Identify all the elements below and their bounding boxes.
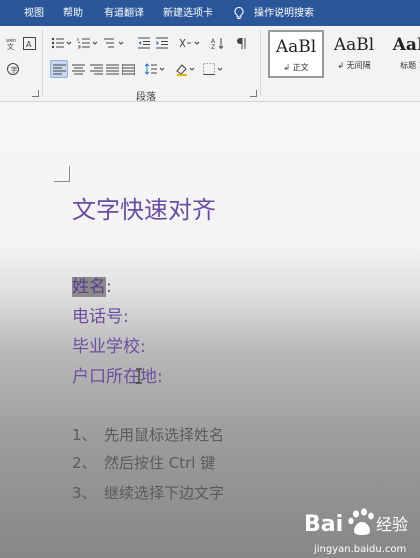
align-left-button[interactable] [50, 60, 68, 78]
page-margin-corner-mark [54, 166, 70, 182]
align-center-button[interactable] [70, 60, 86, 78]
document-title[interactable]: 文字快速对齐 [72, 190, 216, 225]
paw-icon [348, 508, 374, 535]
style-name: ↲ 正文 [283, 63, 309, 72]
field-label: 电话号 [72, 307, 123, 327]
field-colon: : [123, 307, 129, 327]
field-colon: : [140, 337, 146, 357]
field-colon: : [157, 367, 163, 387]
step-item: 3、 继续选择下边文字 [0, 482, 420, 502]
decrease-indent-icon[interactable] [136, 34, 152, 52]
field-hukou[interactable]: 户口所在地: [72, 362, 163, 387]
field-label: 户口所在地 [72, 367, 157, 387]
text-cursor-icon [136, 368, 142, 384]
field-name[interactable]: 姓名: [72, 272, 112, 297]
styles-gallery: AaBl ↲ 正文 AaBl ↲ 无间隔 AaB 标题 1 [264, 30, 420, 78]
field-phone[interactable]: 电话号: [72, 302, 129, 327]
step-text: 继续选择下边文字 [104, 484, 225, 502]
svg-text:Z: Z [211, 44, 215, 50]
style-preview: AaB [392, 35, 420, 55]
watermark-url: jingyan.baidu.com [313, 544, 406, 555]
step-item: 1、 先用鼠标选择姓名 [0, 424, 420, 444]
field-label: 毕业学校 [72, 337, 140, 357]
ribbon-separator [260, 30, 261, 96]
baidu-jingyan-watermark: Bai 经验 jingyan.baidu.com [304, 508, 408, 555]
tab-view[interactable]: 视图 [24, 8, 44, 20]
chinese-layout-icon[interactable] [178, 34, 202, 52]
line-spacing-icon[interactable] [144, 60, 168, 78]
step-number: 3、 [72, 484, 97, 502]
increase-indent-icon[interactable] [154, 34, 170, 52]
show-formatting-marks-icon[interactable] [234, 34, 250, 52]
style-normal[interactable]: AaBl ↲ 正文 [268, 30, 324, 78]
sort-icon[interactable]: AZ [210, 34, 226, 52]
shading-icon[interactable] [174, 60, 198, 78]
step-number: 1、 [72, 426, 97, 444]
svg-text:文: 文 [7, 42, 14, 50]
style-preview: AaBl [333, 35, 375, 55]
paragraph-group-label: 段落 [136, 92, 156, 103]
character-border-icon[interactable]: A [22, 34, 36, 52]
multilevel-list-icon[interactable] [102, 34, 126, 52]
bullets-icon[interactable] [50, 34, 74, 52]
step-text: 然后按住 Ctrl 键 [104, 454, 216, 472]
ribbon-tab-bar: 视图 帮助 有道翻译 新建选项卡 操作说明搜索 [0, 0, 420, 26]
tab-help[interactable]: 帮助 [63, 8, 83, 20]
justify-button[interactable] [104, 60, 120, 78]
align-right-button[interactable] [88, 60, 104, 78]
watermark-brand-right: 经验 [376, 515, 408, 534]
step-text: 先用鼠标选择姓名 [104, 426, 225, 444]
style-name: 标题 1 [400, 61, 420, 70]
font-dialog-launcher[interactable] [32, 90, 39, 97]
svg-text:字: 字 [11, 65, 18, 74]
selected-text-highlight[interactable]: 姓名 [72, 277, 106, 297]
tab-youdao-translate[interactable]: 有道翻译 [104, 8, 144, 20]
step-item: 2、 然后按住 Ctrl 键 [0, 452, 420, 472]
style-no-spacing[interactable]: AaBl ↲ 无间隔 [326, 30, 382, 78]
distributed-align-button[interactable] [120, 60, 136, 78]
style-heading-1[interactable]: AaB 标题 1 [384, 30, 420, 78]
enclose-characters-icon[interactable]: 字 [4, 60, 22, 78]
paragraph-dialog-launcher[interactable] [250, 90, 257, 97]
style-preview: AaBl [275, 37, 317, 57]
field-colon: : [106, 277, 112, 297]
step-number: 2、 [72, 454, 97, 472]
borders-icon[interactable] [202, 60, 226, 78]
field-school[interactable]: 毕业学校: [72, 332, 146, 357]
tell-me-search[interactable]: 操作说明搜索 [254, 8, 314, 20]
style-name: ↲ 无间隔 [337, 61, 371, 70]
watermark-brand-left: Bai [304, 512, 343, 537]
phonetic-guide-icon[interactable]: wén 文 [4, 34, 20, 52]
numbering-icon[interactable] [76, 34, 100, 52]
tab-new-tab[interactable]: 新建选项卡 [163, 8, 213, 20]
lightbulb-icon[interactable] [232, 6, 246, 20]
document-page[interactable]: 文字快速对齐 姓名: 电话号: 毕业学校: 户口所在地: 1、 先用鼠标选择姓名… [0, 102, 420, 558]
ribbon: wén 文 A 字 AZ 段落 AaBl ↲ 正文 AaBl ↲ 无间隔 Aa … [0, 26, 420, 103]
svg-text:A: A [26, 40, 32, 49]
ribbon-separator [42, 30, 43, 96]
